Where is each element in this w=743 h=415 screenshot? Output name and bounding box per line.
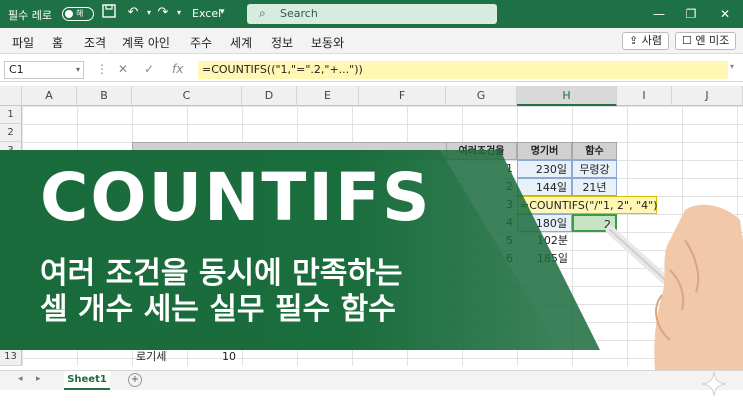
- qat-more-icon[interactable]: ▾: [170, 4, 188, 22]
- search-placeholder: Search: [280, 7, 318, 20]
- row-header[interactable]: 13: [0, 348, 22, 366]
- share-button[interactable]: ⇪ 사렴: [622, 32, 669, 50]
- autosave-toggle[interactable]: 해: [62, 7, 94, 21]
- sheet-tab-bar: ◂ ▸ Sheet1 +: [0, 370, 743, 390]
- toggle-knob: [65, 10, 73, 18]
- next-sheet-icon[interactable]: ▸: [36, 374, 41, 384]
- col-header-c[interactable]: C: [132, 86, 242, 106]
- search-icon: ⌕: [259, 6, 266, 20]
- add-sheet-button[interactable]: +: [128, 373, 142, 387]
- col-header-f[interactable]: F: [359, 86, 446, 106]
- cancel-icon[interactable]: ✕: [118, 62, 128, 76]
- row13-label[interactable]: 로기세: [136, 348, 196, 366]
- name-box[interactable]: C1 ▾: [4, 61, 84, 79]
- col-header-h[interactable]: H: [517, 86, 617, 106]
- tab-file[interactable]: 파일: [12, 34, 34, 51]
- comments-button[interactable]: ☐ 엔 미조: [675, 32, 737, 50]
- minimize-icon[interactable]: —: [648, 5, 670, 23]
- row-header[interactable]: 2: [0, 124, 22, 142]
- status-bar: [0, 390, 743, 415]
- tab-formulas[interactable]: 주수: [190, 34, 212, 51]
- col-header-g[interactable]: G: [446, 86, 517, 106]
- tab-insert[interactable]: 조격: [84, 34, 106, 51]
- toggle-label: 해: [76, 9, 84, 18]
- ribbon-tabs: 파일 홈 조격 계록 아인 주수 세계 정보 보동와 ⇪ 사렴 ☐ 엔 미조: [0, 28, 743, 54]
- formula-input[interactable]: =COUNTIFS(("1,"=".2,"+...")): [198, 61, 728, 79]
- sheet-tab-sheet1[interactable]: Sheet1: [64, 371, 110, 390]
- col-header-e[interactable]: E: [297, 86, 359, 106]
- col-header-b[interactable]: B: [77, 86, 132, 106]
- save-icon[interactable]: [100, 4, 118, 22]
- sparkle-icon: [701, 371, 727, 397]
- col-header-a[interactable]: A: [22, 86, 77, 106]
- banner-subtitle-line2: 셀 개수 세는 실무 필수 함수: [40, 292, 396, 327]
- insert-function-icon[interactable]: fx: [172, 62, 183, 76]
- tab-home[interactable]: 홈: [52, 34, 63, 51]
- expand-formula-icon[interactable]: ▾: [730, 62, 734, 71]
- autosave-label: 필수 레로: [8, 9, 52, 22]
- row13-value[interactable]: 10: [222, 348, 252, 366]
- tab-view[interactable]: 보동와: [311, 34, 344, 51]
- tab-data[interactable]: 세계: [230, 34, 252, 51]
- banner-subtitle-line1: 여러 조건을 동시에 만족하는: [40, 256, 403, 291]
- close-icon[interactable]: ✕: [714, 5, 736, 23]
- select-all-corner[interactable]: [0, 86, 22, 106]
- row-header[interactable]: 1: [0, 106, 22, 124]
- formula-bar: C1 ▾ ⋮ ✕ ✓ fx =COUNTIFS(("1,"=".2,"+..."…: [0, 58, 743, 82]
- title-bar: 필수 레로 해 ↶ ▾ ↷ ▾ Excel ▾ ⌕ Search — ❐ ✕: [0, 0, 743, 28]
- search-box[interactable]: ⌕ Search: [247, 4, 497, 24]
- enter-icon[interactable]: ✓: [144, 62, 154, 76]
- banner-title: COUNTIFS: [40, 159, 432, 236]
- col-header-i[interactable]: I: [617, 86, 672, 106]
- name-box-value: C1: [9, 63, 24, 76]
- tab-layout[interactable]: 계록 아인: [122, 34, 170, 51]
- col-header-j[interactable]: J: [672, 86, 743, 106]
- app-dropdown-icon[interactable]: ▾: [220, 7, 225, 17]
- restore-icon[interactable]: ❐: [680, 5, 702, 23]
- prev-sheet-icon[interactable]: ◂: [18, 374, 23, 384]
- name-box-dropdown-icon[interactable]: ▾: [76, 62, 80, 78]
- more-options-icon[interactable]: ⋮: [96, 62, 108, 76]
- app-name[interactable]: Excel: [192, 7, 221, 20]
- col-header-d[interactable]: D: [242, 86, 297, 106]
- tab-review[interactable]: 정보: [271, 34, 293, 51]
